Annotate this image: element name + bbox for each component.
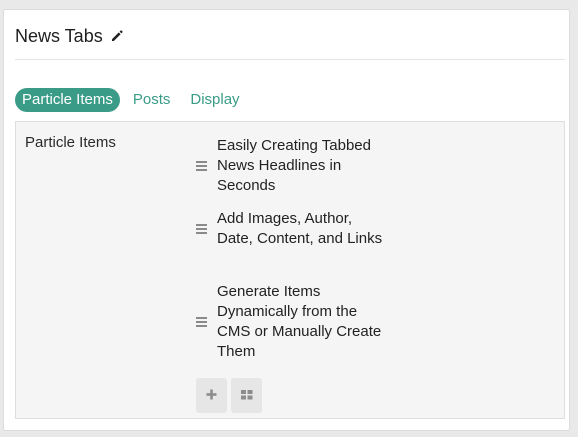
list-item[interactable]: Add Images, Author, Date, Content, and L… [196, 209, 396, 249]
list-item-title: Add Images, Author, Date, Content, and L… [217, 210, 383, 247]
tab-bar: Particle Items Posts Display [15, 88, 247, 112]
panel-header: News Tabs [15, 24, 565, 60]
list-item[interactable]: Generate Items Dynamically from the CMS … [196, 282, 396, 362]
news-tabs-panel: News Tabs Particle Items Posts Display P… [3, 9, 570, 431]
tab-display[interactable]: Display [183, 88, 246, 112]
drag-handle-icon[interactable] [196, 317, 207, 327]
grid-view-button[interactable] [231, 378, 262, 413]
pencil-icon[interactable] [110, 29, 124, 43]
drag-handle-icon[interactable] [196, 224, 207, 234]
grid-icon [240, 387, 253, 405]
list-item[interactable]: Easily Creating Tabbed News Headlines in… [196, 136, 396, 196]
list-item-title: Generate Items Dynamically from the CMS … [217, 283, 382, 360]
list-item-title: Easily Creating Tabbed News Headlines in… [217, 137, 371, 194]
plus-icon [206, 387, 217, 405]
page-title: News Tabs [15, 26, 103, 46]
tab-posts[interactable]: Posts [126, 88, 178, 112]
add-item-button[interactable] [196, 378, 227, 413]
drag-handle-icon[interactable] [196, 161, 207, 171]
tab-particle-items[interactable]: Particle Items [15, 88, 120, 112]
particle-items-section: Particle Items Easily Creating Tabbed Ne… [15, 121, 565, 419]
field-label: Particle Items [25, 134, 116, 151]
